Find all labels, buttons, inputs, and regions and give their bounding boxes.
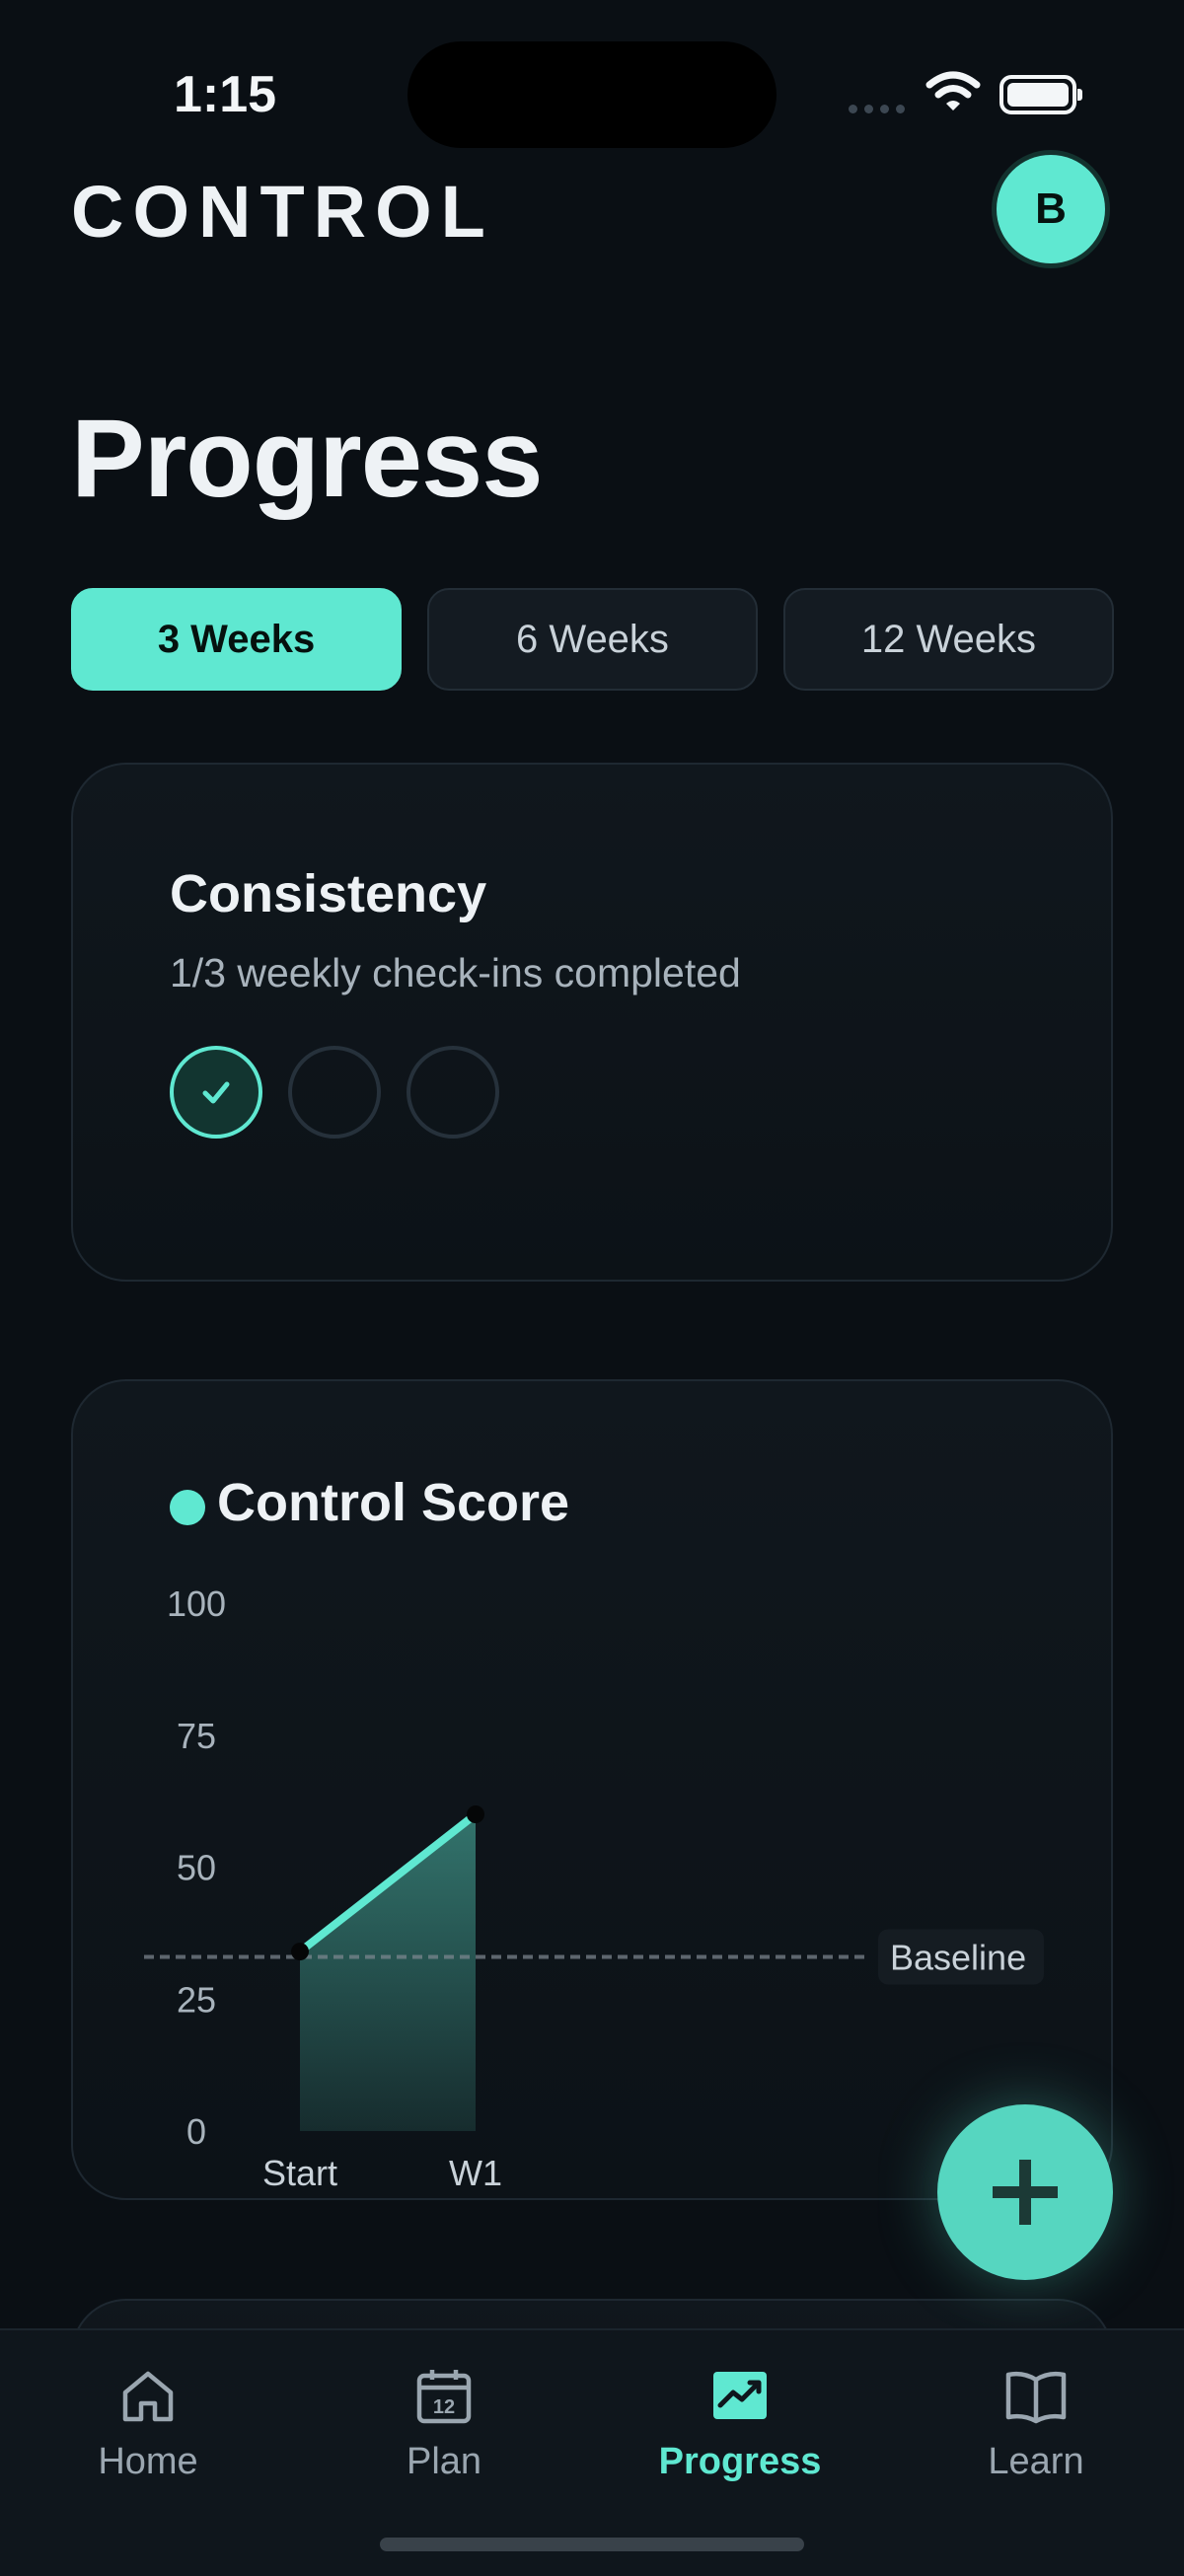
book-icon	[1005, 2371, 1067, 2424]
home-indicator	[380, 2538, 804, 2551]
consistency-subtitle: 1/3 weekly check-ins completed	[170, 950, 741, 995]
consistency-title: Consistency	[170, 864, 487, 923]
consistency-card: Consistency 1/3 weekly check-ins complet…	[71, 763, 1113, 1282]
chart-icon	[713, 2372, 767, 2419]
avatar[interactable]: B	[997, 155, 1105, 263]
y-tick-label: 100	[167, 1583, 226, 1624]
calendar-icon: 12	[416, 2370, 472, 2424]
control-score-card: Control Score 100 75 50 25 0 Baseline Start W…	[71, 1379, 1113, 2200]
control-score-chart: 100 75 50 25 0 Baseline Start W1	[144, 1583, 1044, 2193]
score-area	[300, 1814, 476, 2131]
x-tick-label: W1	[449, 2153, 502, 2193]
checkin-empty	[288, 1046, 381, 1139]
y-tick-label: 50	[177, 1848, 216, 1888]
brand-logo: CONTROL	[71, 171, 494, 253]
status-time: 1:15	[174, 66, 277, 123]
nav-home[interactable]: Home	[49, 2366, 247, 2483]
nav-progress-label: Progress	[658, 2441, 822, 2482]
nav-learn[interactable]: Learn	[937, 2366, 1135, 2483]
nav-learn-label: Learn	[988, 2441, 1084, 2482]
range-tabs: 3 Weeks 6 Weeks 12 Weeks	[71, 588, 1114, 691]
calendar-icon-text: 12	[433, 2396, 455, 2418]
nav-home-label: Home	[98, 2441, 198, 2482]
battery-icon	[999, 75, 1082, 114]
home-icon	[122, 2371, 174, 2422]
dynamic-island	[407, 41, 777, 148]
baseline-label: Baseline	[890, 1937, 1026, 1977]
data-point	[291, 1943, 309, 1961]
tab-6-weeks[interactable]: 6 Weeks	[427, 588, 758, 691]
y-tick-label: 0	[186, 2111, 206, 2152]
nav-plan-label: Plan	[406, 2441, 482, 2482]
checkin-indicators	[170, 1046, 499, 1139]
y-tick-label: 25	[177, 1979, 216, 2020]
checkin-complete	[170, 1046, 262, 1139]
add-button[interactable]	[937, 2104, 1113, 2280]
tab-3-weeks[interactable]: 3 Weeks	[71, 588, 402, 691]
nav-plan[interactable]: 12 Plan	[345, 2366, 543, 2483]
data-point	[467, 1805, 484, 1823]
checkin-empty	[407, 1046, 499, 1139]
plus-icon	[993, 2160, 1058, 2225]
wifi-icon	[925, 71, 981, 110]
x-tick-label: Start	[262, 2153, 337, 2193]
y-tick-label: 75	[177, 1716, 216, 1756]
tab-12-weeks[interactable]: 12 Weeks	[783, 588, 1114, 691]
page-title: Progress	[71, 397, 544, 520]
nav-progress[interactable]: Progress	[641, 2366, 839, 2483]
signal-icon	[849, 105, 905, 113]
checkmark-icon	[202, 1081, 230, 1104]
